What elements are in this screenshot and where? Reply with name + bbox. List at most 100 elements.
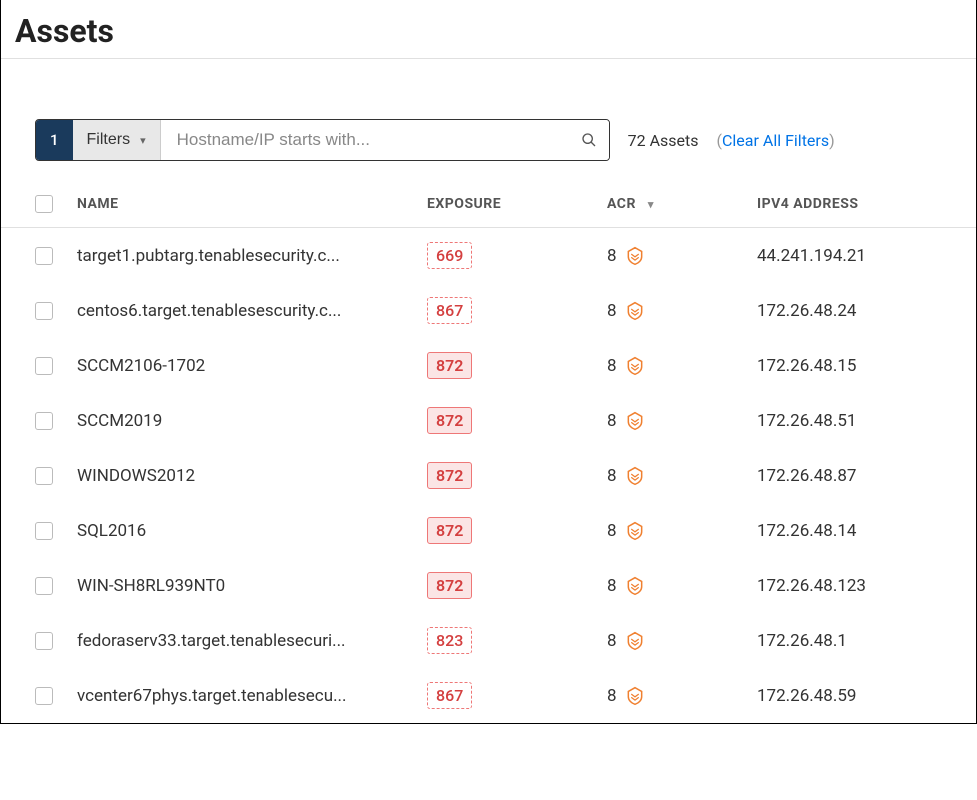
acr-value: 8 bbox=[607, 631, 617, 651]
table-row[interactable]: centos6.target.tenablesescurity.c... 867… bbox=[1, 283, 976, 338]
exposure-cell: 872 bbox=[427, 572, 607, 599]
exposure-badge: 872 bbox=[427, 407, 472, 434]
exposure-cell: 669 bbox=[427, 242, 607, 269]
ipv4-address: 172.26.48.123 bbox=[757, 576, 942, 596]
ipv4-address: 172.26.48.51 bbox=[757, 411, 942, 431]
ipv4-address: 172.26.48.87 bbox=[757, 466, 942, 486]
row-checkbox-cell bbox=[35, 522, 77, 540]
page-title: Assets bbox=[15, 12, 962, 50]
exposure-cell: 872 bbox=[427, 407, 607, 434]
exposure-badge: 872 bbox=[427, 462, 472, 489]
row-checkbox[interactable] bbox=[35, 577, 53, 595]
asset-name[interactable]: SCCM2106-1702 bbox=[77, 356, 427, 376]
table-row[interactable]: SQL2016 872 8 172.26.48.14 bbox=[1, 503, 976, 558]
active-filter-count: 1 bbox=[36, 120, 73, 160]
acr-value: 8 bbox=[607, 466, 617, 486]
asset-name[interactable]: fedoraserv33.target.tenablesecuri... bbox=[77, 631, 427, 651]
table-row[interactable]: target1.pubtarg.tenablesecurity.c... 669… bbox=[1, 228, 976, 283]
table-row[interactable]: SCCM2106-1702 872 8 172.26.48.15 bbox=[1, 338, 976, 393]
row-checkbox[interactable] bbox=[35, 632, 53, 650]
chevron-down-icon: ▾ bbox=[140, 134, 146, 147]
table-row[interactable]: SCCM2019 872 8 172.26.48.51 bbox=[1, 393, 976, 448]
row-checkbox[interactable] bbox=[35, 522, 53, 540]
row-checkbox[interactable] bbox=[35, 412, 53, 430]
table-row[interactable]: fedoraserv33.target.tenablesecuri... 823… bbox=[1, 613, 976, 668]
acr-value: 8 bbox=[607, 246, 617, 266]
table-header-row: NAME EXPOSURE ACR ▾ IPV4 ADDRESS bbox=[1, 181, 976, 228]
ipv4-address: 172.26.48.15 bbox=[757, 356, 942, 376]
header-acr[interactable]: ACR ▾ bbox=[607, 196, 757, 212]
page-header: Assets bbox=[1, 0, 976, 59]
acr-score-icon bbox=[625, 356, 645, 376]
filter-search-group: 1 Filters ▾ bbox=[35, 119, 610, 161]
acr-cell: 8 bbox=[607, 631, 757, 651]
filters-label: Filters bbox=[87, 131, 131, 149]
ipv4-address: 172.26.48.1 bbox=[757, 631, 942, 651]
acr-cell: 8 bbox=[607, 521, 757, 541]
exposure-badge: 872 bbox=[427, 517, 472, 544]
asset-name[interactable]: SCCM2019 bbox=[77, 411, 427, 431]
ipv4-address: 172.26.48.14 bbox=[757, 521, 942, 541]
exposure-cell: 872 bbox=[427, 352, 607, 379]
search-icon bbox=[581, 132, 597, 148]
asset-name[interactable]: WIN-SH8RL939NT0 bbox=[77, 576, 427, 596]
acr-score-icon bbox=[625, 466, 645, 486]
table-row[interactable]: vcenter67phys.target.tenablesecu... 867 … bbox=[1, 668, 976, 723]
acr-cell: 8 bbox=[607, 576, 757, 596]
acr-cell: 8 bbox=[607, 356, 757, 376]
row-checkbox-cell bbox=[35, 467, 77, 485]
acr-cell: 8 bbox=[607, 686, 757, 706]
sort-arrow-icon: ▾ bbox=[648, 198, 654, 211]
ipv4-address: 44.241.194.21 bbox=[757, 246, 942, 266]
acr-cell: 8 bbox=[607, 246, 757, 266]
row-checkbox-cell bbox=[35, 357, 77, 375]
asset-count: 72 Assets bbox=[628, 131, 699, 150]
asset-name[interactable]: WINDOWS2012 bbox=[77, 466, 427, 486]
header-checkbox-cell bbox=[35, 195, 77, 213]
filters-button[interactable]: Filters ▾ bbox=[73, 120, 161, 160]
search-input[interactable] bbox=[161, 120, 581, 160]
paren-close: ) bbox=[829, 131, 835, 150]
acr-value: 8 bbox=[607, 301, 617, 321]
acr-score-icon bbox=[625, 246, 645, 266]
row-checkbox[interactable] bbox=[35, 247, 53, 265]
exposure-cell: 867 bbox=[427, 297, 607, 324]
clear-filters-wrap: (Clear All Filters) bbox=[717, 131, 835, 150]
header-exposure[interactable]: EXPOSURE bbox=[427, 196, 607, 212]
row-checkbox[interactable] bbox=[35, 357, 53, 375]
header-name[interactable]: NAME bbox=[77, 196, 427, 212]
acr-score-icon bbox=[625, 576, 645, 596]
acr-score-icon bbox=[625, 521, 645, 541]
row-checkbox-cell bbox=[35, 687, 77, 705]
acr-score-icon bbox=[625, 411, 645, 431]
table-row[interactable]: WIN-SH8RL939NT0 872 8 172.26.48.123 bbox=[1, 558, 976, 613]
exposure-badge: 823 bbox=[427, 627, 472, 654]
exposure-cell: 872 bbox=[427, 462, 607, 489]
acr-value: 8 bbox=[607, 356, 617, 376]
asset-name[interactable]: target1.pubtarg.tenablesecurity.c... bbox=[77, 246, 427, 266]
ipv4-address: 172.26.48.24 bbox=[757, 301, 942, 321]
row-checkbox-cell bbox=[35, 302, 77, 320]
acr-value: 8 bbox=[607, 411, 617, 431]
row-checkbox-cell bbox=[35, 247, 77, 265]
table-row[interactable]: WINDOWS2012 872 8 172.26.48.87 bbox=[1, 448, 976, 503]
clear-all-filters-link[interactable]: Clear All Filters bbox=[722, 131, 829, 150]
exposure-badge: 867 bbox=[427, 297, 472, 324]
exposure-badge: 872 bbox=[427, 352, 472, 379]
row-checkbox[interactable] bbox=[35, 467, 53, 485]
row-checkbox[interactable] bbox=[35, 687, 53, 705]
row-checkbox-cell bbox=[35, 632, 77, 650]
acr-cell: 8 bbox=[607, 301, 757, 321]
ipv4-address: 172.26.48.59 bbox=[757, 686, 942, 706]
controls-row: 1 Filters ▾ 72 Assets (Clear All Filters… bbox=[1, 59, 976, 181]
acr-cell: 8 bbox=[607, 466, 757, 486]
acr-cell: 8 bbox=[607, 411, 757, 431]
asset-name[interactable]: SQL2016 bbox=[77, 521, 427, 541]
header-ipv4[interactable]: IPV4 ADDRESS bbox=[757, 196, 942, 212]
select-all-checkbox[interactable] bbox=[35, 195, 53, 213]
exposure-badge: 867 bbox=[427, 682, 472, 709]
exposure-cell: 872 bbox=[427, 517, 607, 544]
asset-name[interactable]: centos6.target.tenablesescurity.c... bbox=[77, 301, 427, 321]
row-checkbox[interactable] bbox=[35, 302, 53, 320]
asset-name[interactable]: vcenter67phys.target.tenablesecu... bbox=[77, 686, 427, 706]
